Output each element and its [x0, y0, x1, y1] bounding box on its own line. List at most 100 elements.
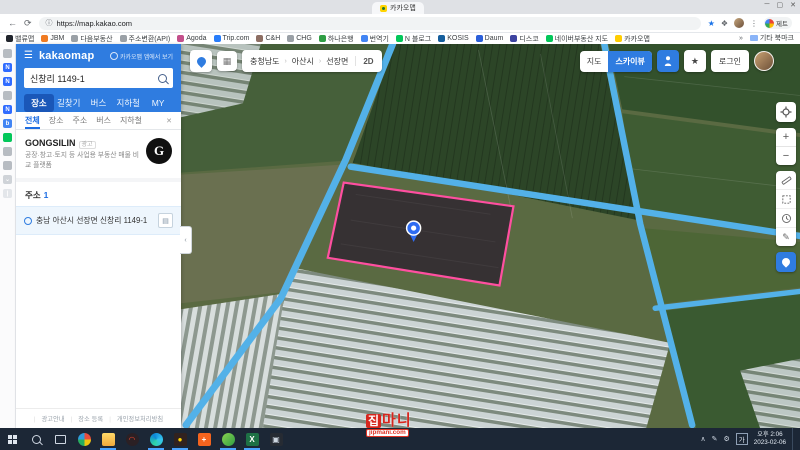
side-strip-icon[interactable]: [3, 133, 12, 142]
view-toggle-option[interactable]: 스카이뷰: [608, 51, 651, 72]
bookmark-item[interactable]: CHG: [287, 35, 312, 42]
url-field[interactable]: ⓘ https://map.kakao.com: [39, 17, 701, 30]
bookmark-item[interactable]: 주소변환(API): [120, 34, 171, 44]
bookmarks-overflow-icon[interactable]: »: [739, 35, 743, 42]
login-button[interactable]: 로그인: [711, 50, 749, 72]
address-result-row[interactable]: 충남 아산시 선장면 신창리 1149-1 ▤: [16, 206, 181, 235]
show-desktop-button[interactable]: [792, 428, 797, 450]
extensions-icon[interactable]: ❖: [721, 19, 728, 28]
search-icon[interactable]: [158, 74, 167, 83]
bookmark-item[interactable]: Agoda: [177, 35, 206, 42]
area-measure-button[interactable]: [776, 190, 796, 209]
taskbar-app[interactable]: [96, 428, 120, 450]
timeline-button[interactable]: [776, 209, 796, 228]
breadcrumb-province[interactable]: 충청남도: [250, 56, 279, 67]
draw-button[interactable]: ✎: [776, 228, 796, 246]
sidebar-main-tab[interactable]: 길찾기: [54, 94, 84, 112]
marker-tool-button[interactable]: [776, 252, 796, 272]
filter-tab[interactable]: 주소: [72, 112, 87, 129]
taskbar-app[interactable]: [144, 428, 168, 450]
taskbar-app[interactable]: +: [192, 428, 216, 450]
region-breadcrumb[interactable]: 충청남도 › 아산시 › 선장면 2D: [242, 50, 382, 72]
menu-hamburger-icon[interactable]: ☰: [24, 51, 33, 61]
account-avatar[interactable]: [734, 18, 744, 28]
close-results-icon[interactable]: ✕: [166, 117, 172, 125]
side-strip-icon[interactable]: N: [3, 105, 12, 114]
view-toggle-option[interactable]: 지도: [580, 51, 609, 72]
roadview-button[interactable]: [657, 50, 679, 72]
satellite-map[interactable]: [181, 44, 800, 428]
start-button[interactable]: [0, 428, 24, 450]
bookmark-item[interactable]: 하나은행: [319, 34, 354, 44]
sidebar-main-tab[interactable]: MY: [143, 95, 173, 111]
window-close-button[interactable]: ✕: [790, 1, 796, 9]
bookmark-star-icon[interactable]: ★: [708, 19, 715, 28]
layers-button[interactable]: ▦: [217, 51, 237, 71]
sidebar-main-tab[interactable]: 버스: [84, 94, 114, 112]
bookmark-item[interactable]: N 블로그: [396, 34, 431, 44]
bookmark-item[interactable]: 네이버부동산 지도: [546, 34, 608, 44]
pen-icon[interactable]: ✎: [712, 435, 718, 443]
site-info-icon[interactable]: ⓘ: [46, 18, 53, 28]
bookmark-item[interactable]: KOSIS: [438, 35, 468, 42]
taskbar-search-button[interactable]: [24, 428, 48, 450]
ime-indicator[interactable]: 가: [736, 433, 748, 445]
refresh-icon[interactable]: ⟳: [24, 19, 32, 28]
side-strip-icon[interactable]: |: [3, 189, 12, 198]
app-download-link[interactable]: 카카오맵 앱에서 보기: [110, 52, 173, 61]
side-strip-icon[interactable]: [3, 91, 12, 100]
breadcrumb-district[interactable]: 선장면: [326, 56, 348, 67]
favorites-button[interactable]: ★: [684, 50, 706, 72]
sidebar-main-tab[interactable]: 장소: [24, 94, 54, 112]
kakaomap-logo[interactable]: kakaomap: [39, 50, 94, 62]
filter-tab[interactable]: 전체: [25, 112, 40, 129]
map-mode-toggle[interactable]: 2D: [363, 57, 373, 66]
taskbar-app[interactable]: X: [240, 428, 264, 450]
side-strip-icon[interactable]: N: [3, 77, 12, 86]
filter-tab[interactable]: 버스: [96, 112, 111, 129]
taskbar-clock[interactable]: 오후 2:06 2023-02-06: [754, 431, 786, 447]
side-strip-icon[interactable]: ⌄: [3, 175, 12, 184]
breadcrumb-city[interactable]: 아산시: [292, 56, 314, 67]
user-avatar[interactable]: [754, 51, 774, 71]
browser-tab[interactable]: 카카오맵: [372, 2, 424, 14]
bookmark-item[interactable]: 카카오맵: [615, 34, 650, 44]
window-maximize-button[interactable]: ▢: [777, 1, 784, 9]
zoom-in-button[interactable]: +: [776, 128, 796, 146]
filter-tab[interactable]: 지하철: [120, 112, 142, 129]
search-input[interactable]: 신창리 1149-1: [24, 68, 173, 88]
side-strip-icon[interactable]: [3, 161, 12, 170]
browser-menu-icon[interactable]: ⋮: [750, 19, 758, 28]
ad-card[interactable]: GONGSILIN광고 공장·창고·토지 등 사업용 부동산 매물 비교 플랫폼…: [16, 130, 181, 182]
search-pin-button[interactable]: [190, 50, 212, 72]
side-strip-icon[interactable]: b: [3, 119, 12, 128]
show-on-map-button[interactable]: ▤: [158, 213, 173, 228]
back-icon[interactable]: ←: [8, 19, 17, 28]
bookmark-item[interactable]: Daum: [476, 35, 504, 42]
sidebar-main-tab[interactable]: 지하철: [113, 94, 143, 112]
side-strip-icon[interactable]: [3, 49, 12, 58]
tray-expand-icon[interactable]: ∧: [701, 435, 706, 443]
taskbar-app[interactable]: ▣: [264, 428, 288, 450]
bookmark-item[interactable]: 다음부동산: [71, 34, 112, 44]
taskbar-app[interactable]: ◠: [120, 428, 144, 450]
window-minimize-button[interactable]: ─: [765, 1, 770, 9]
profile-chip[interactable]: 제트: [764, 17, 792, 29]
taskbar-app[interactable]: ●: [168, 428, 192, 450]
other-bookmarks-folder[interactable]: 기타 북마크: [750, 33, 794, 43]
taskbar-app[interactable]: [216, 428, 240, 450]
distance-ruler-button[interactable]: [776, 171, 796, 190]
bookmark-item[interactable]: Trip.com: [214, 35, 250, 42]
side-strip-icon[interactable]: N: [3, 63, 12, 72]
sidebar-collapse-handle[interactable]: ‹: [180, 226, 192, 254]
filter-tab[interactable]: 장소: [49, 112, 64, 129]
side-strip-icon[interactable]: [3, 147, 12, 156]
taskbar-app[interactable]: [72, 428, 96, 450]
zoom-out-button[interactable]: −: [776, 147, 796, 165]
current-location-button[interactable]: [776, 102, 796, 122]
footer-link[interactable]: 광고안내: [34, 414, 65, 423]
bookmark-item[interactable]: C&H: [256, 35, 280, 42]
bookmark-item[interactable]: 밸류맵: [6, 34, 34, 44]
settings-icon[interactable]: ⚙: [724, 435, 730, 443]
footer-link[interactable]: 개인정보처리방침: [109, 414, 163, 423]
